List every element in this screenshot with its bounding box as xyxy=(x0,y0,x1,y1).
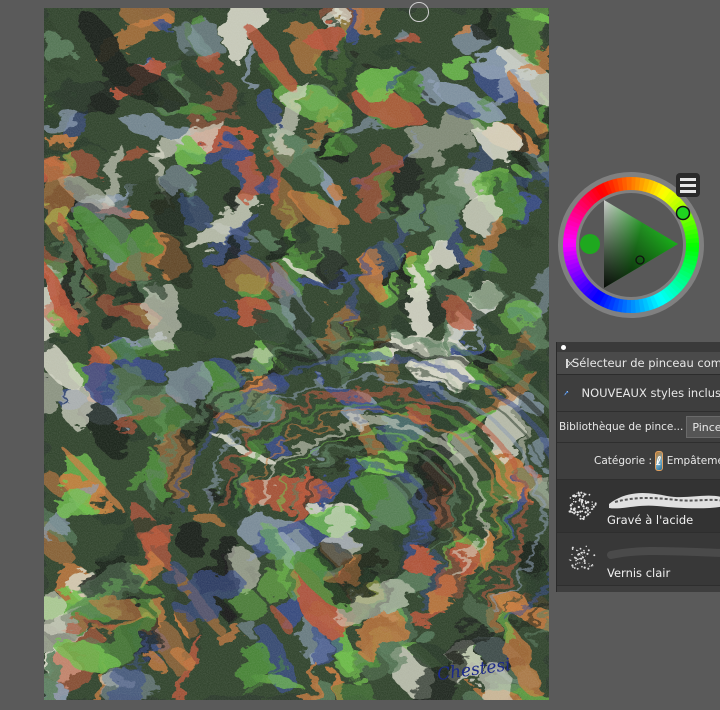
library-row: Bibliothèque de pince... Pinceaux Pa xyxy=(557,412,720,443)
brush-stroke-preview xyxy=(607,547,720,559)
library-select[interactable]: Pinceaux Pa xyxy=(686,416,720,438)
category-row: Catégorie : ℓ Empâtement xyxy=(557,443,720,480)
brush-icon xyxy=(563,390,569,396)
panel-header: Sélecteur de pinceau compact xyxy=(557,352,720,375)
panel-grip[interactable] xyxy=(557,342,720,352)
close-icon[interactable] xyxy=(566,358,568,368)
brush-selector-panel: Sélecteur de pinceau compact NOUVEAUX st… xyxy=(556,342,720,592)
new-styles-row[interactable]: NOUVEAUX styles inclus xyxy=(557,375,720,412)
brush-name: Gravé à l'acide xyxy=(607,513,694,527)
panel-title: Sélecteur de pinceau compact xyxy=(572,356,720,370)
brush-name: Vernis clair xyxy=(607,566,671,580)
artwork-image xyxy=(44,8,549,700)
category-value[interactable]: Empâtement xyxy=(667,455,720,467)
hamburger-icon[interactable] xyxy=(676,173,700,197)
new-styles-label: NOUVEAUX styles inclus xyxy=(581,386,720,400)
brush-item-acid-etched[interactable]: Gravé à l'acide xyxy=(557,480,720,533)
category-icon[interactable]: ℓ xyxy=(655,451,663,471)
category-label: Catégorie : xyxy=(594,455,653,467)
artwork-canvas[interactable] xyxy=(44,8,549,700)
brush-dab-icon xyxy=(568,491,597,521)
library-value: Pinceaux Pa xyxy=(692,420,720,434)
brush-cursor-icon xyxy=(409,2,429,22)
library-label: Bibliothèque de pince... xyxy=(559,421,684,433)
current-color-swatch xyxy=(580,234,600,254)
hue-handle-icon[interactable] xyxy=(675,205,691,221)
brush-dab-icon xyxy=(568,545,596,570)
brush-stroke-preview xyxy=(609,493,720,509)
brush-item-clear-varnish[interactable]: Vernis clair xyxy=(557,533,720,586)
